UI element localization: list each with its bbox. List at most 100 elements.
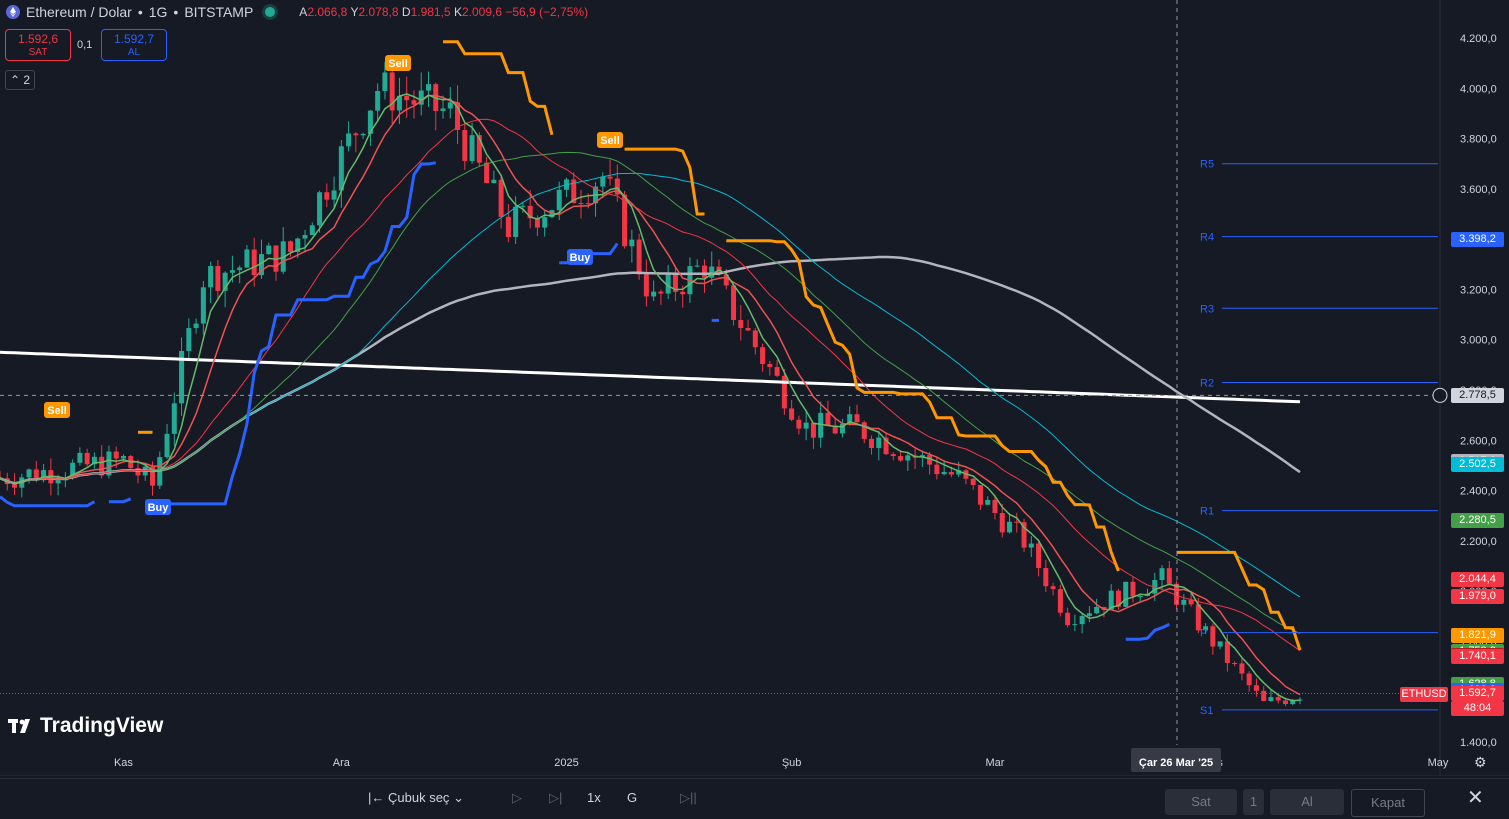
candle-body <box>643 274 649 297</box>
close-position-button[interactable]: Kapat <box>1351 789 1425 817</box>
market-status-icon <box>265 7 276 17</box>
candle-body <box>491 179 497 184</box>
candle-body <box>1195 604 1201 631</box>
close-icon[interactable]: ✕ <box>1467 787 1484 809</box>
candle-body <box>1072 624 1078 626</box>
signal-label: Buy <box>148 502 170 514</box>
symbol-price-tag: ETHUSD <box>1400 687 1448 702</box>
candle-body <box>1094 606 1100 614</box>
pivot-label: R4 <box>1200 232 1214 244</box>
candle-body <box>970 478 976 486</box>
jump-to-realtime-icon[interactable]: ▷|| <box>680 787 697 809</box>
exchange: BITSTAMP <box>184 4 254 20</box>
candle-body <box>164 433 170 458</box>
price-axis-label: 3.398,2 <box>1451 232 1504 248</box>
candle-body <box>854 414 860 423</box>
candle-body <box>774 367 780 376</box>
interval[interactable]: 1G <box>149 4 168 20</box>
bar-select-icon: |← <box>368 790 385 805</box>
play-icon[interactable]: ▷ <box>512 787 522 809</box>
candle-body <box>302 235 308 239</box>
candle-body <box>934 464 940 475</box>
replay-sell-button[interactable]: Sat <box>1165 789 1237 815</box>
time-tick-label: 2025 <box>554 757 578 769</box>
candle-body <box>1210 626 1216 647</box>
candle-body <box>505 216 511 238</box>
candle-body <box>745 327 751 331</box>
candle-body <box>12 484 18 488</box>
candle-body <box>869 438 875 449</box>
time-tick-label: May <box>1428 757 1449 769</box>
candle-body <box>113 451 119 459</box>
candle-body <box>447 102 453 109</box>
ethereum-icon <box>6 5 20 19</box>
replay-buy-button[interactable]: Al <box>1270 789 1344 815</box>
candle-body <box>600 176 606 187</box>
candle-body <box>876 437 882 449</box>
candle-body <box>985 499 991 505</box>
candle-body <box>905 455 911 461</box>
candle-body <box>244 249 250 268</box>
candle-body <box>948 471 954 475</box>
candle-body <box>353 133 359 136</box>
candle-body <box>658 291 664 294</box>
candle-body <box>338 146 344 191</box>
candle-body <box>288 241 294 252</box>
candle-body <box>404 95 410 101</box>
price-axis-label: 1.979,0 <box>1451 588 1504 604</box>
quantity-field[interactable]: 1 <box>1243 789 1264 815</box>
tradingview-logo[interactable]: TradingView <box>8 714 163 738</box>
candle-body <box>1086 613 1092 616</box>
price-axis-label: 2.778,5 <box>1451 387 1504 403</box>
step-forward-icon[interactable]: ▷| <box>549 787 562 809</box>
chart-area[interactable]: 4.200,04.000,03.800,03.600,03.400,03.200… <box>0 0 1509 776</box>
symbol-name[interactable]: Ethereum / Dolar <box>26 4 132 20</box>
price-tick-label: 2.200,0 <box>1460 536 1497 548</box>
candle-body <box>382 72 388 92</box>
price-tick-label: 3.800,0 <box>1460 134 1497 146</box>
price-axis-label: 2.044,4 <box>1451 572 1504 588</box>
add-alert-icon <box>1432 387 1448 403</box>
signal-label: Buy <box>570 252 592 264</box>
candle-body <box>1079 615 1085 625</box>
candle-body <box>324 192 330 200</box>
candle-body <box>1130 581 1136 597</box>
candle-body <box>752 330 758 348</box>
candle-body <box>680 291 686 295</box>
candle-body <box>237 267 243 271</box>
candle-body <box>208 266 214 288</box>
candle-body <box>520 205 526 207</box>
price-chart[interactable]: 4.200,04.000,03.800,03.600,03.400,03.200… <box>0 0 1509 776</box>
candle-body <box>440 108 446 112</box>
pivot-label: R2 <box>1200 377 1214 389</box>
signal-label: Sell <box>600 135 620 147</box>
candle-body <box>556 189 562 211</box>
indicators-collapse-button[interactable]: ⌃ 2 <box>5 70 35 90</box>
candle-body <box>186 328 192 351</box>
candle-body <box>825 412 831 426</box>
candle-body <box>1217 641 1223 647</box>
price-tick-label: 3.000,0 <box>1460 335 1497 347</box>
candle-body <box>789 408 795 420</box>
price-tick-label: 2.600,0 <box>1460 435 1497 447</box>
candle-body <box>331 190 337 200</box>
candle-body <box>215 266 221 291</box>
candle-body <box>266 245 272 255</box>
candle-body <box>898 456 904 461</box>
candle-body <box>55 480 61 484</box>
speed-button[interactable]: 1x <box>587 787 601 809</box>
interval-button[interactable]: G <box>627 787 637 809</box>
crosshair-date: Çar 26 Mar '25 <box>1131 748 1221 772</box>
sell-button[interactable]: 1.592,6 SAT <box>5 29 71 61</box>
candle-body <box>1014 521 1020 523</box>
candle-body <box>977 485 983 505</box>
price-tick-label: 3.600,0 <box>1460 184 1497 196</box>
select-bar-button[interactable]: |← Çubuk seç ⌄ <box>368 787 464 809</box>
buy-button[interactable]: 1.592,7 AL <box>101 29 167 61</box>
candle-body <box>890 454 896 457</box>
time-tick-label: Kas <box>114 757 133 769</box>
candle-body <box>999 513 1005 533</box>
candle-body <box>1246 673 1252 686</box>
price-axis-label: 2.280,5 <box>1451 513 1504 529</box>
candle-body <box>636 239 642 275</box>
